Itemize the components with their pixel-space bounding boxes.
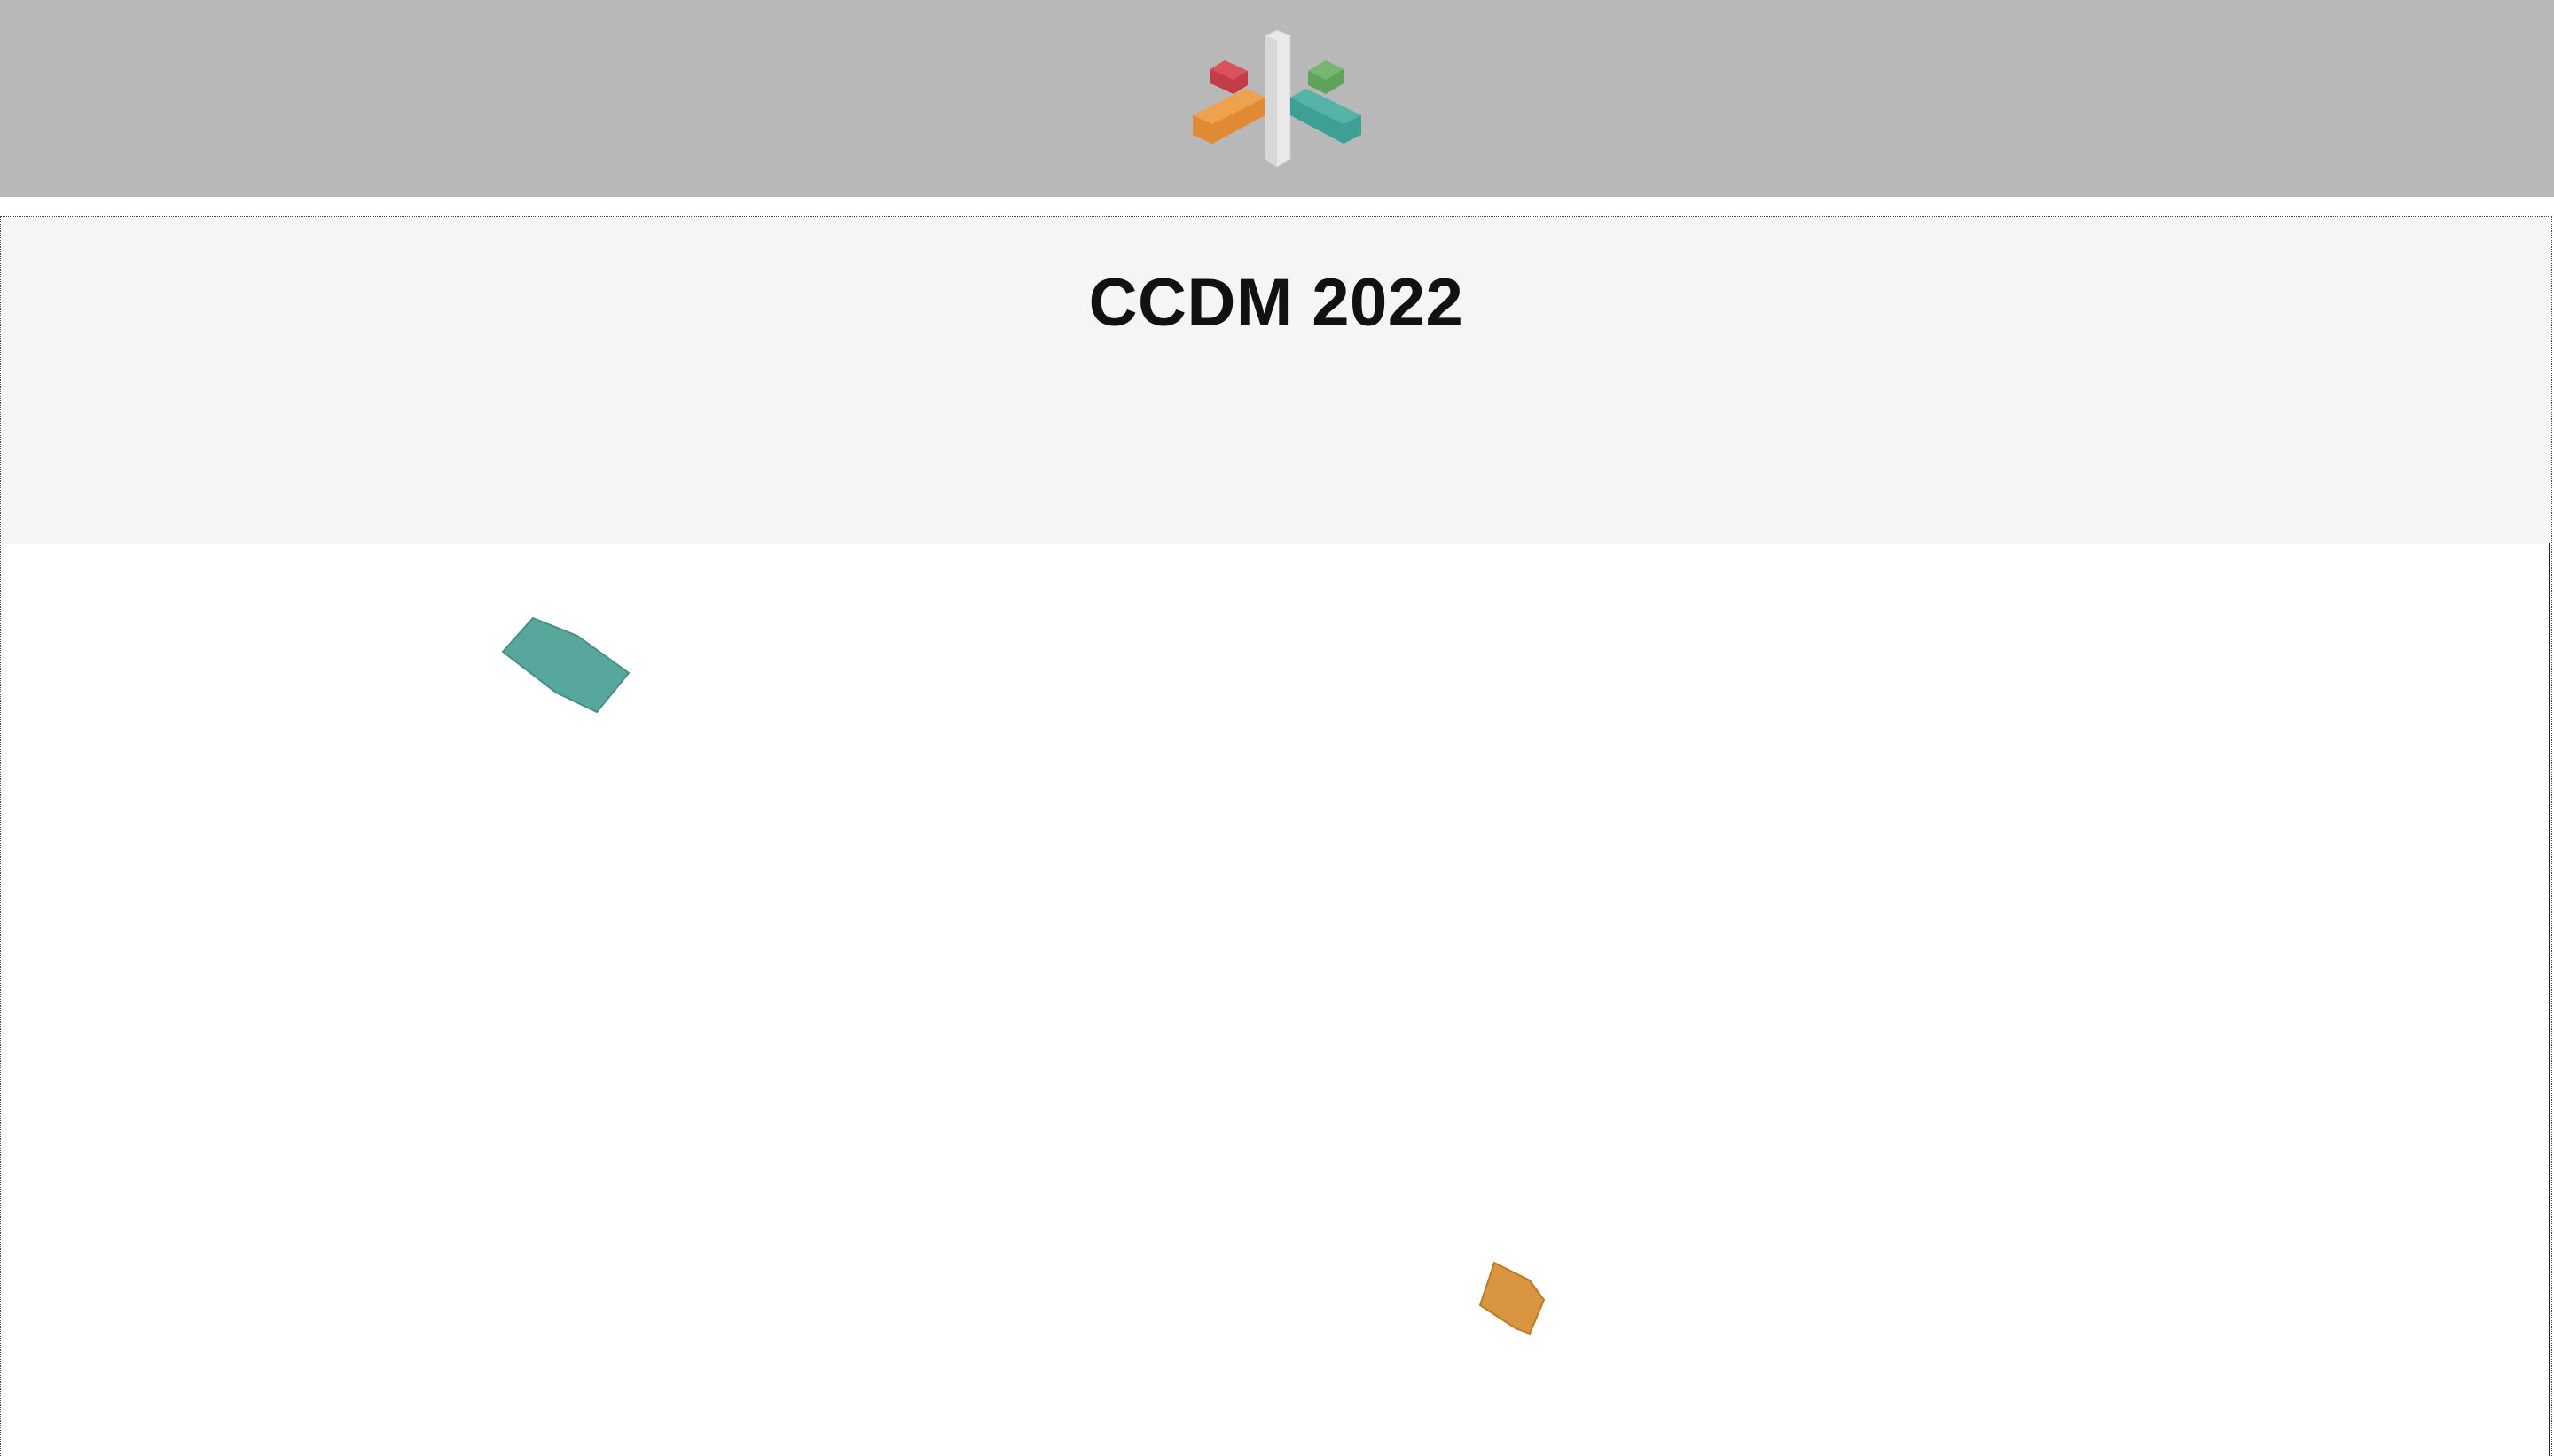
page-title: CCDM 2022 xyxy=(1088,265,1464,341)
right-border xyxy=(2549,543,2550,1456)
teal-hexagon-shape xyxy=(501,616,631,714)
top-banner xyxy=(0,0,2554,197)
hero-section: CCDM 2022 xyxy=(2,218,2550,544)
orange-hexagon-shape xyxy=(1478,1261,1546,1335)
page-content: CCDM 2022 xyxy=(0,216,2552,1456)
colored-blocks-logo-icon[interactable] xyxy=(1193,27,1361,168)
